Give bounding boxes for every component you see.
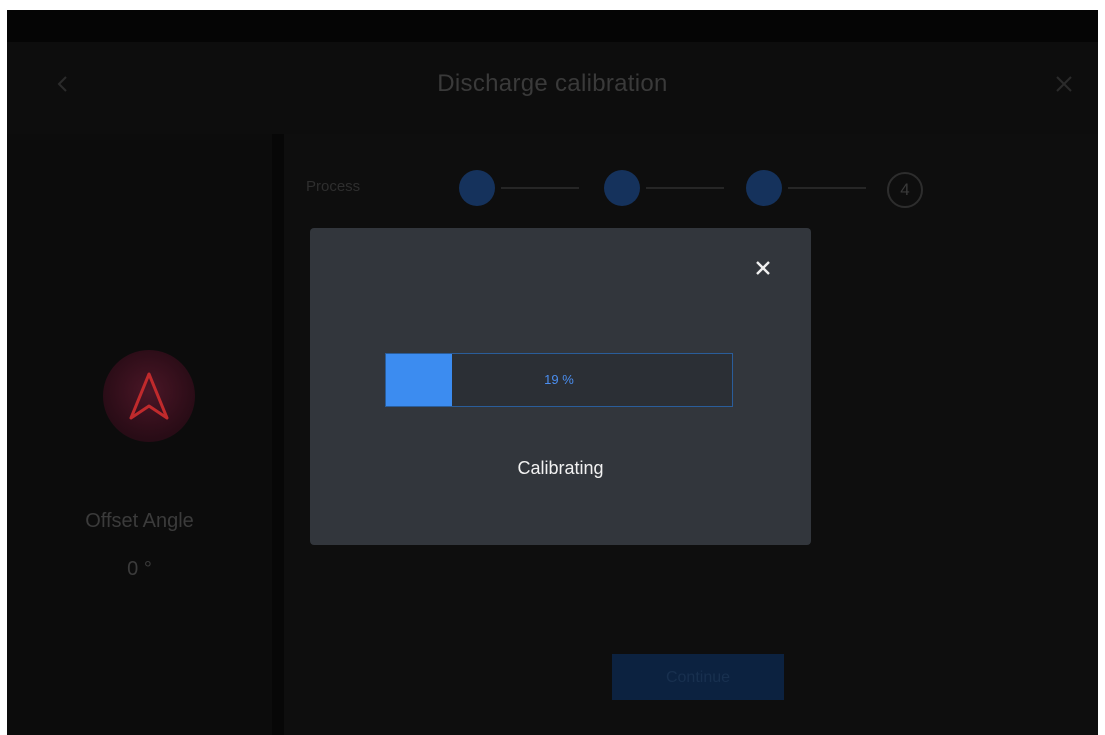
compass-arrow-icon: [103, 350, 195, 442]
step-3-indicator: [746, 170, 782, 206]
step-4-indicator: 4: [887, 172, 923, 208]
close-icon[interactable]: [1052, 72, 1076, 96]
offset-angle-label: Offset Angle: [85, 510, 194, 532]
step-connector: [501, 187, 579, 189]
process-label: Process: [306, 178, 361, 195]
header-bar: Discharge calibration: [7, 42, 1098, 134]
offset-angle-value: 0 °: [127, 558, 152, 580]
calibration-progress-bar: 19 %: [385, 353, 733, 407]
app-window: Discharge calibration Offset Angle 0 ° P…: [7, 10, 1098, 735]
step-1-indicator: [459, 170, 495, 206]
close-icon[interactable]: [753, 258, 773, 278]
step-2-indicator: [604, 170, 640, 206]
status-bar: [7, 10, 1098, 42]
offset-panel: Offset Angle 0 °: [7, 134, 272, 735]
progress-percent-text: 19 %: [544, 372, 574, 387]
calibration-status: Calibrating: [517, 458, 604, 478]
panel-divider: [272, 134, 284, 735]
calibration-dialog: 19 % Calibrating: [310, 228, 811, 545]
step-connector: [788, 187, 866, 189]
page-title: Discharge calibration: [437, 70, 668, 97]
continue-button[interactable]: Continue: [612, 654, 784, 700]
step-connector: [646, 187, 724, 189]
